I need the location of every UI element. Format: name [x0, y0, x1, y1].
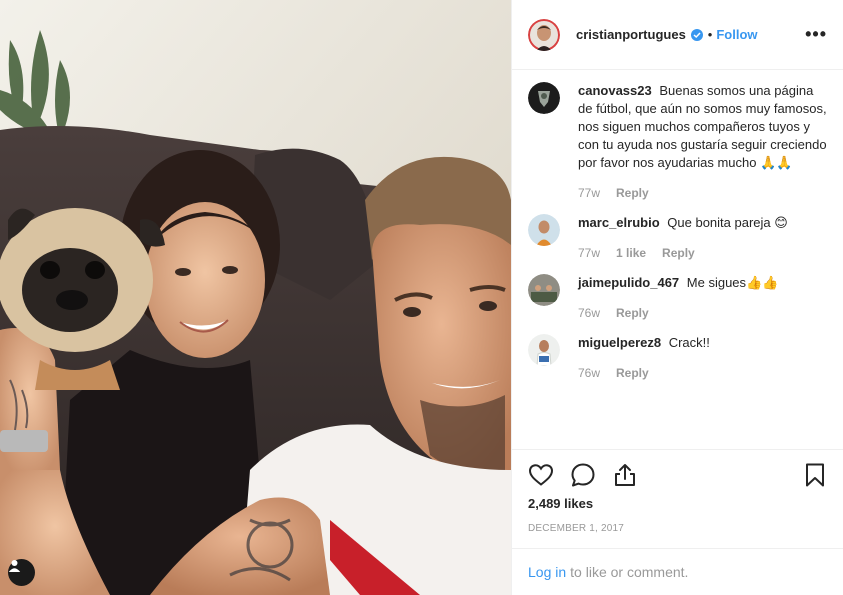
comment-body: miguelperez8 Crack!! 76w Reply	[578, 334, 827, 380]
commenter-avatar[interactable]	[528, 334, 560, 366]
comment-likes[interactable]: 1 like	[616, 246, 646, 260]
comment-username[interactable]: canovass23	[578, 83, 652, 98]
comment-username[interactable]: miguelperez8	[578, 335, 661, 350]
comment-time[interactable]: 76w	[578, 366, 600, 380]
comment-time[interactable]: 76w	[578, 306, 600, 320]
action-bar	[528, 450, 828, 500]
profile-avatar-image	[528, 18, 560, 51]
comment-username[interactable]: marc_elrubio	[578, 215, 660, 230]
comments-list[interactable]: canovass23 Buenas somos una página de fú…	[512, 70, 843, 450]
follow-button[interactable]: Follow	[716, 27, 757, 42]
login-link[interactable]: Log in	[528, 564, 566, 580]
post-photo[interactable]	[0, 0, 511, 595]
comment-text-block: miguelperez8 Crack!!	[578, 334, 827, 352]
comment-username[interactable]: jaimepulido_467	[578, 275, 679, 290]
comment-body: canovass23 Buenas somos una página de fú…	[578, 82, 827, 200]
comment-meta: 76w Reply	[578, 306, 827, 320]
comment-meta: 77w Reply	[578, 186, 827, 200]
profile-avatar[interactable]	[528, 18, 560, 51]
comment-item: canovass23 Buenas somos una página de fú…	[528, 82, 827, 200]
user-tag-icon	[8, 560, 21, 572]
selfie-photo-illustration	[0, 0, 511, 595]
reply-button[interactable]: Reply	[662, 246, 695, 260]
verified-badge-icon	[690, 28, 703, 41]
reply-button[interactable]: Reply	[616, 306, 649, 320]
commenter-avatar[interactable]	[528, 214, 560, 246]
bookmark-icon[interactable]	[802, 462, 828, 488]
post-side-panel: cristianportugues • Follow ••• canovass2…	[511, 0, 843, 595]
comment-icon[interactable]	[570, 462, 596, 488]
comment-time[interactable]: 77w	[578, 186, 600, 200]
comment-item: jaimepulido_467 Me sigues👍👍 76w Reply	[528, 274, 827, 320]
comment-body: jaimepulido_467 Me sigues👍👍 76w Reply	[578, 274, 827, 320]
post-date[interactable]: DECEMBER 1, 2017	[528, 523, 828, 534]
comment-meta: 77w 1 like Reply	[578, 246, 827, 260]
login-bar: Log in to like or comment.	[512, 548, 843, 595]
commenter-avatar-image	[528, 214, 560, 246]
reply-button[interactable]: Reply	[616, 186, 649, 200]
commenter-avatar[interactable]	[528, 274, 560, 306]
user-tag-button[interactable]	[8, 559, 35, 586]
heart-icon[interactable]	[528, 462, 554, 488]
comment-meta: 76w Reply	[578, 366, 827, 380]
commenter-avatar[interactable]	[528, 82, 560, 114]
comment-item: miguelperez8 Crack!! 76w Reply	[528, 334, 827, 380]
commenter-avatar-image	[528, 274, 560, 306]
comment-text: Que bonita pareja 😊	[667, 215, 788, 230]
comment-time[interactable]: 77w	[578, 246, 600, 260]
share-icon[interactable]	[612, 462, 638, 488]
comment-body: marc_elrubio Que bonita pareja 😊 77w 1 l…	[578, 214, 827, 260]
header-separator: •	[707, 27, 713, 42]
comment-item: marc_elrubio Que bonita pareja 😊 77w 1 l…	[528, 214, 827, 260]
comment-text-block: canovass23 Buenas somos una página de fú…	[578, 82, 827, 172]
post-header: cristianportugues • Follow •••	[512, 0, 843, 70]
comment-text: Me sigues👍👍	[686, 275, 779, 290]
post-username[interactable]: cristianportugues	[576, 27, 686, 42]
likes-count[interactable]: 2,489 likes	[528, 496, 828, 511]
commenter-avatar-image	[528, 334, 560, 366]
login-suffix-text: to like or comment.	[570, 564, 689, 580]
comment-text: Crack!!	[668, 335, 710, 350]
commenter-avatar-image	[528, 82, 560, 114]
comment-text-block: marc_elrubio Que bonita pareja 😊	[578, 214, 827, 232]
post-actions-section: 2,489 likes DECEMBER 1, 2017	[512, 449, 843, 534]
more-options-button[interactable]: •••	[805, 24, 827, 45]
reply-button[interactable]: Reply	[616, 366, 649, 380]
instagram-post: cristianportugues • Follow ••• canovass2…	[0, 0, 843, 595]
comment-text-block: jaimepulido_467 Me sigues👍👍	[578, 274, 827, 292]
